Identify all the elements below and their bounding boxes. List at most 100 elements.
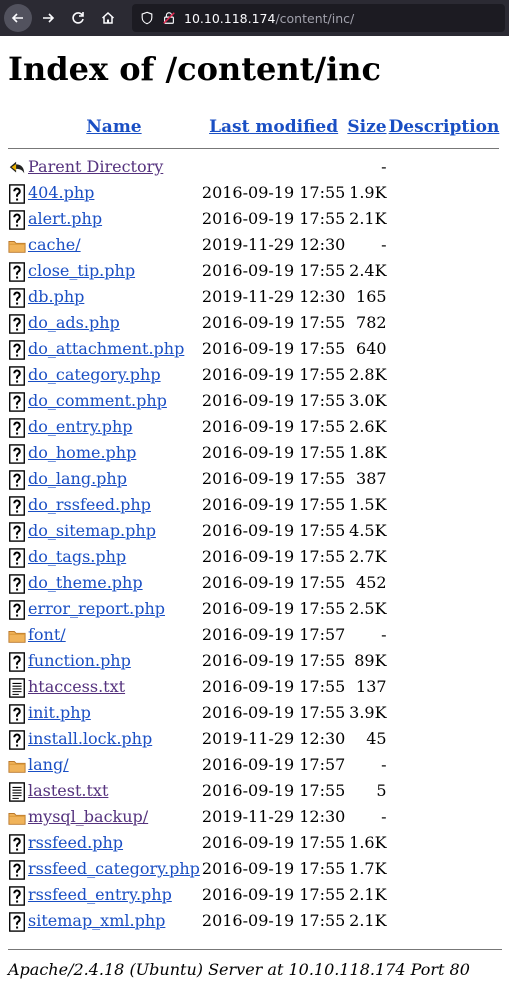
description-cell bbox=[389, 831, 500, 855]
back-button[interactable] bbox=[4, 4, 32, 32]
size-cell: 1.5K bbox=[349, 495, 387, 514]
description-cell bbox=[389, 389, 500, 413]
sort-by-description-link[interactable]: Description bbox=[389, 117, 500, 137]
entry-link[interactable]: function.php bbox=[28, 651, 131, 670]
entry-link[interactable]: do_entry.php bbox=[28, 417, 133, 436]
description-cell bbox=[389, 805, 500, 829]
entry-link[interactable]: font/ bbox=[28, 625, 66, 644]
description-cell bbox=[389, 753, 500, 777]
entry-link[interactable]: Parent Directory bbox=[28, 157, 163, 176]
table-row: close_tip.php 2016-09-19 17:55 2.4K bbox=[8, 259, 499, 283]
entry-link[interactable]: cache/ bbox=[28, 235, 81, 254]
entry-link[interactable]: error_report.php bbox=[28, 599, 165, 618]
sort-by-modified-link[interactable]: Last modified bbox=[209, 117, 338, 137]
table-row: do_sitemap.php 2016-09-19 17:55 4.5K bbox=[8, 519, 499, 543]
unknown-file-icon bbox=[8, 651, 26, 672]
unknown-file-icon bbox=[8, 391, 26, 412]
home-button[interactable] bbox=[94, 4, 122, 32]
table-row: init.php 2016-09-19 17:55 3.9K bbox=[8, 701, 499, 725]
unknown-file-icon bbox=[8, 417, 26, 438]
entry-link[interactable]: rssfeed.php bbox=[28, 833, 123, 852]
entry-link[interactable]: do_home.php bbox=[28, 443, 136, 462]
size-cell: 2.1K bbox=[349, 209, 387, 228]
size-cell: 2.4K bbox=[349, 261, 387, 280]
entry-link[interactable]: db.php bbox=[28, 287, 84, 306]
table-row: do_rssfeed.php 2016-09-19 17:55 1.5K bbox=[8, 493, 499, 517]
unknown-file-icon bbox=[8, 287, 26, 308]
entry-link[interactable]: do_comment.php bbox=[28, 391, 167, 410]
table-row: alert.php 2016-09-19 17:55 2.1K bbox=[8, 207, 499, 231]
page-title: Index of /content/inc bbox=[8, 50, 381, 88]
url-host: 10.10.118.174 bbox=[184, 10, 276, 26]
modified-cell: 2016-09-19 17:55 bbox=[201, 911, 346, 930]
modified-cell: 2016-09-19 17:55 bbox=[201, 261, 346, 280]
entry-link[interactable]: htaccess.txt bbox=[28, 677, 125, 696]
listing-table: Name Last modified Size Description Pare… bbox=[6, 115, 501, 935]
entry-link[interactable]: sitemap_xml.php bbox=[28, 911, 165, 930]
table-row: rssfeed_category.php 2016-09-19 17:55 1.7K bbox=[8, 857, 499, 881]
description-cell bbox=[389, 233, 500, 257]
entry-link[interactable]: do_category.php bbox=[28, 365, 161, 384]
arrow-right-icon bbox=[43, 13, 55, 23]
entry-link[interactable]: rssfeed_category.php bbox=[28, 859, 200, 878]
description-cell bbox=[389, 337, 500, 361]
unknown-file-icon bbox=[8, 443, 26, 464]
table-row: 404.php 2016-09-19 17:55 1.9K bbox=[8, 181, 499, 205]
description-cell bbox=[389, 207, 500, 231]
insecure-lock-icon[interactable] bbox=[162, 11, 176, 25]
unknown-file-icon bbox=[8, 573, 26, 594]
size-cell: 2.8K bbox=[349, 365, 387, 384]
modified-cell: 2019-11-29 12:30 bbox=[201, 807, 346, 826]
entry-link[interactable]: close_tip.php bbox=[28, 261, 135, 280]
size-cell: 782 bbox=[356, 313, 387, 332]
size-cell: 452 bbox=[356, 573, 387, 592]
entry-link[interactable]: do_rssfeed.php bbox=[28, 495, 151, 514]
icon-column-header bbox=[8, 117, 26, 137]
entry-link[interactable]: do_theme.php bbox=[28, 573, 143, 592]
table-row: do_ads.php 2016-09-19 17:55 782 bbox=[8, 311, 499, 335]
description-cell bbox=[389, 311, 500, 335]
unknown-file-icon bbox=[8, 833, 26, 854]
entry-link[interactable]: rssfeed_entry.php bbox=[28, 885, 172, 904]
table-row: htaccess.txt 2016-09-19 17:55 137 bbox=[8, 675, 499, 699]
modified-cell: 2016-09-19 17:55 bbox=[201, 573, 346, 592]
description-cell bbox=[389, 441, 500, 465]
modified-cell: 2016-09-19 17:55 bbox=[201, 547, 346, 566]
entry-link[interactable]: 404.php bbox=[28, 183, 94, 202]
entry-link[interactable]: do_ads.php bbox=[28, 313, 120, 332]
table-row: lastest.txt 2016-09-19 17:55 5 bbox=[8, 779, 499, 803]
description-cell bbox=[389, 623, 500, 647]
entry-link[interactable]: do_tags.php bbox=[28, 547, 126, 566]
size-cell: - bbox=[381, 807, 387, 826]
reload-button[interactable] bbox=[64, 4, 92, 32]
size-cell: 2.7K bbox=[349, 547, 387, 566]
description-cell bbox=[389, 519, 500, 543]
forward-button[interactable] bbox=[34, 4, 62, 32]
unknown-file-icon bbox=[8, 729, 26, 750]
modified-cell: 2019-11-29 12:30 bbox=[201, 235, 346, 254]
address-bar[interactable]: 10.10.118.174/content/inc/ bbox=[132, 4, 505, 32]
entry-link[interactable]: mysql_backup/ bbox=[28, 807, 148, 826]
size-cell: 2.5K bbox=[349, 599, 387, 618]
table-row: do_comment.php 2016-09-19 17:55 3.0K bbox=[8, 389, 499, 413]
description-cell bbox=[389, 259, 500, 283]
table-row: db.php 2019-11-29 12:30 165 bbox=[8, 285, 499, 309]
description-cell bbox=[389, 155, 500, 179]
entry-link[interactable]: do_attachment.php bbox=[28, 339, 184, 358]
sort-by-name-link[interactable]: Name bbox=[86, 117, 141, 137]
description-cell bbox=[389, 909, 500, 933]
modified-cell: 2016-09-19 17:57 bbox=[201, 625, 346, 644]
table-row: do_tags.php 2016-09-19 17:55 2.7K bbox=[8, 545, 499, 569]
size-cell: 1.8K bbox=[349, 443, 387, 462]
entry-link[interactable]: install.lock.php bbox=[28, 729, 152, 748]
entry-link[interactable]: alert.php bbox=[28, 209, 102, 228]
entry-link[interactable]: lang/ bbox=[28, 755, 69, 774]
entry-link[interactable]: init.php bbox=[28, 703, 91, 722]
entry-link[interactable]: do_sitemap.php bbox=[28, 521, 156, 540]
unknown-file-icon bbox=[8, 209, 26, 230]
folder-icon bbox=[8, 625, 26, 644]
sort-by-size-link[interactable]: Size bbox=[347, 117, 386, 137]
shield-icon[interactable] bbox=[140, 11, 154, 25]
entry-link[interactable]: do_lang.php bbox=[28, 469, 127, 488]
entry-link[interactable]: lastest.txt bbox=[28, 781, 108, 800]
